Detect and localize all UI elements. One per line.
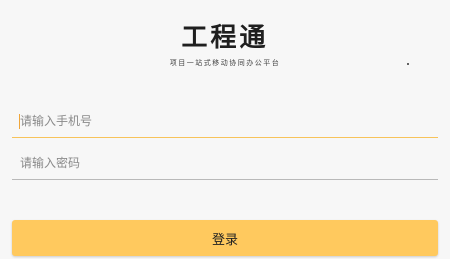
password-field [12,146,438,180]
phone-input[interactable] [12,104,438,137]
login-screen: 工程通 项目一站式移动协同办公平台 登录 [0,0,450,259]
decorative-dot [407,63,409,65]
phone-field [12,104,438,138]
password-input[interactable] [12,146,438,179]
login-button[interactable]: 登录 [12,220,438,256]
text-cursor [19,114,20,129]
app-subtitle: 项目一站式移动协同办公平台 [169,59,281,67]
app-title: 工程通 [181,23,269,53]
